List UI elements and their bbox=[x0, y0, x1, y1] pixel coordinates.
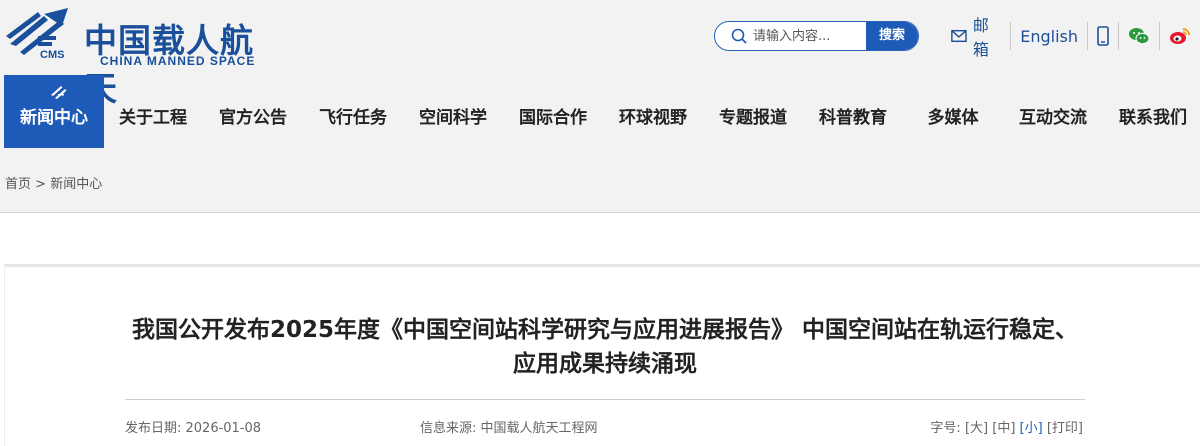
mail-icon bbox=[951, 29, 967, 43]
nav-item-special-reports[interactable]: 专题报道 bbox=[714, 75, 792, 148]
cms-small-logo-icon bbox=[51, 86, 67, 99]
print-button[interactable]: [打印] bbox=[1047, 421, 1083, 436]
breadcrumb-separator: > bbox=[35, 177, 47, 192]
nav-item-contact[interactable]: 联系我们 bbox=[1114, 75, 1192, 148]
nav-item-missions[interactable]: 飞行任务 bbox=[314, 75, 392, 148]
weibo-link[interactable] bbox=[1160, 22, 1200, 50]
font-size-large[interactable]: [大] bbox=[965, 421, 988, 436]
main-nav: 新闻中心 关于工程 官方公告 飞行任务 空间科学 国际合作 环球视野 专题报道 … bbox=[0, 75, 1200, 148]
mail-link[interactable]: 邮箱 bbox=[942, 16, 1012, 59]
weibo-icon bbox=[1170, 28, 1190, 44]
publish-date: 发布日期: 2026-01-08 bbox=[125, 421, 262, 436]
breadcrumb: 首页 > 新闻中心 bbox=[5, 173, 102, 192]
search-button[interactable]: 搜索 bbox=[866, 22, 918, 50]
nav-label-news-center: 新闻中心 bbox=[20, 108, 88, 128]
breadcrumb-home[interactable]: 首页 bbox=[5, 177, 31, 192]
breadcrumb-current[interactable]: 新闻中心 bbox=[50, 177, 102, 192]
font-size-medium[interactable]: [中] bbox=[992, 421, 1015, 436]
title-divider bbox=[125, 399, 1085, 400]
search-icon bbox=[731, 28, 747, 44]
search-box: 搜索 bbox=[714, 21, 919, 51]
mobile-link[interactable] bbox=[1088, 22, 1119, 50]
nav-item-multimedia[interactable]: 多媒体 bbox=[914, 75, 992, 148]
font-size-small[interactable]: [小] bbox=[1020, 421, 1043, 436]
font-size-controls: 字号: [大] [中] [小] [打印] bbox=[930, 417, 1083, 436]
wechat-link[interactable] bbox=[1119, 22, 1160, 50]
nav-item-international[interactable]: 国际合作 bbox=[514, 75, 592, 148]
wechat-icon bbox=[1129, 28, 1150, 45]
nav-item-announcements[interactable]: 官方公告 bbox=[214, 75, 292, 148]
nav-item-global-view[interactable]: 环球视野 bbox=[614, 75, 692, 148]
site-header: CMS 中国载人航天 CHINA MANNED SPACE 搜索 邮箱 Engl… bbox=[0, 0, 1200, 108]
logo-abbreviation: CMS bbox=[40, 49, 65, 61]
english-link[interactable]: English bbox=[1011, 22, 1088, 50]
site-logo[interactable]: CMS 中国载人航天 CHINA MANNED SPACE bbox=[4, 6, 274, 108]
nav-item-news-center[interactable]: 新闻中心 bbox=[4, 75, 104, 148]
mobile-icon bbox=[1097, 26, 1109, 46]
font-size-label: 字号: bbox=[930, 421, 961, 436]
search-input[interactable] bbox=[753, 22, 867, 50]
nav-item-about[interactable]: 关于工程 bbox=[114, 75, 192, 148]
article-panel: 我国公开发布2025年度《中国空间站科学研究与应用进展报告》 中国空间站在轨运行… bbox=[4, 264, 1200, 446]
logo-english-name: CHINA MANNED SPACE bbox=[100, 54, 256, 68]
article-source: 信息来源: 中国载人航天工程网 bbox=[420, 421, 598, 436]
header-tools: 邮箱 English bbox=[942, 16, 1200, 59]
article-title: 我国公开发布2025年度《中国空间站科学研究与应用进展报告》 中国空间站在轨运行… bbox=[131, 317, 1079, 377]
nav-item-interaction[interactable]: 互动交流 bbox=[1014, 75, 1092, 148]
nav-item-space-science[interactable]: 空间科学 bbox=[414, 75, 492, 148]
nav-item-education[interactable]: 科普教育 bbox=[814, 75, 892, 148]
mail-label: 邮箱 bbox=[972, 16, 989, 59]
